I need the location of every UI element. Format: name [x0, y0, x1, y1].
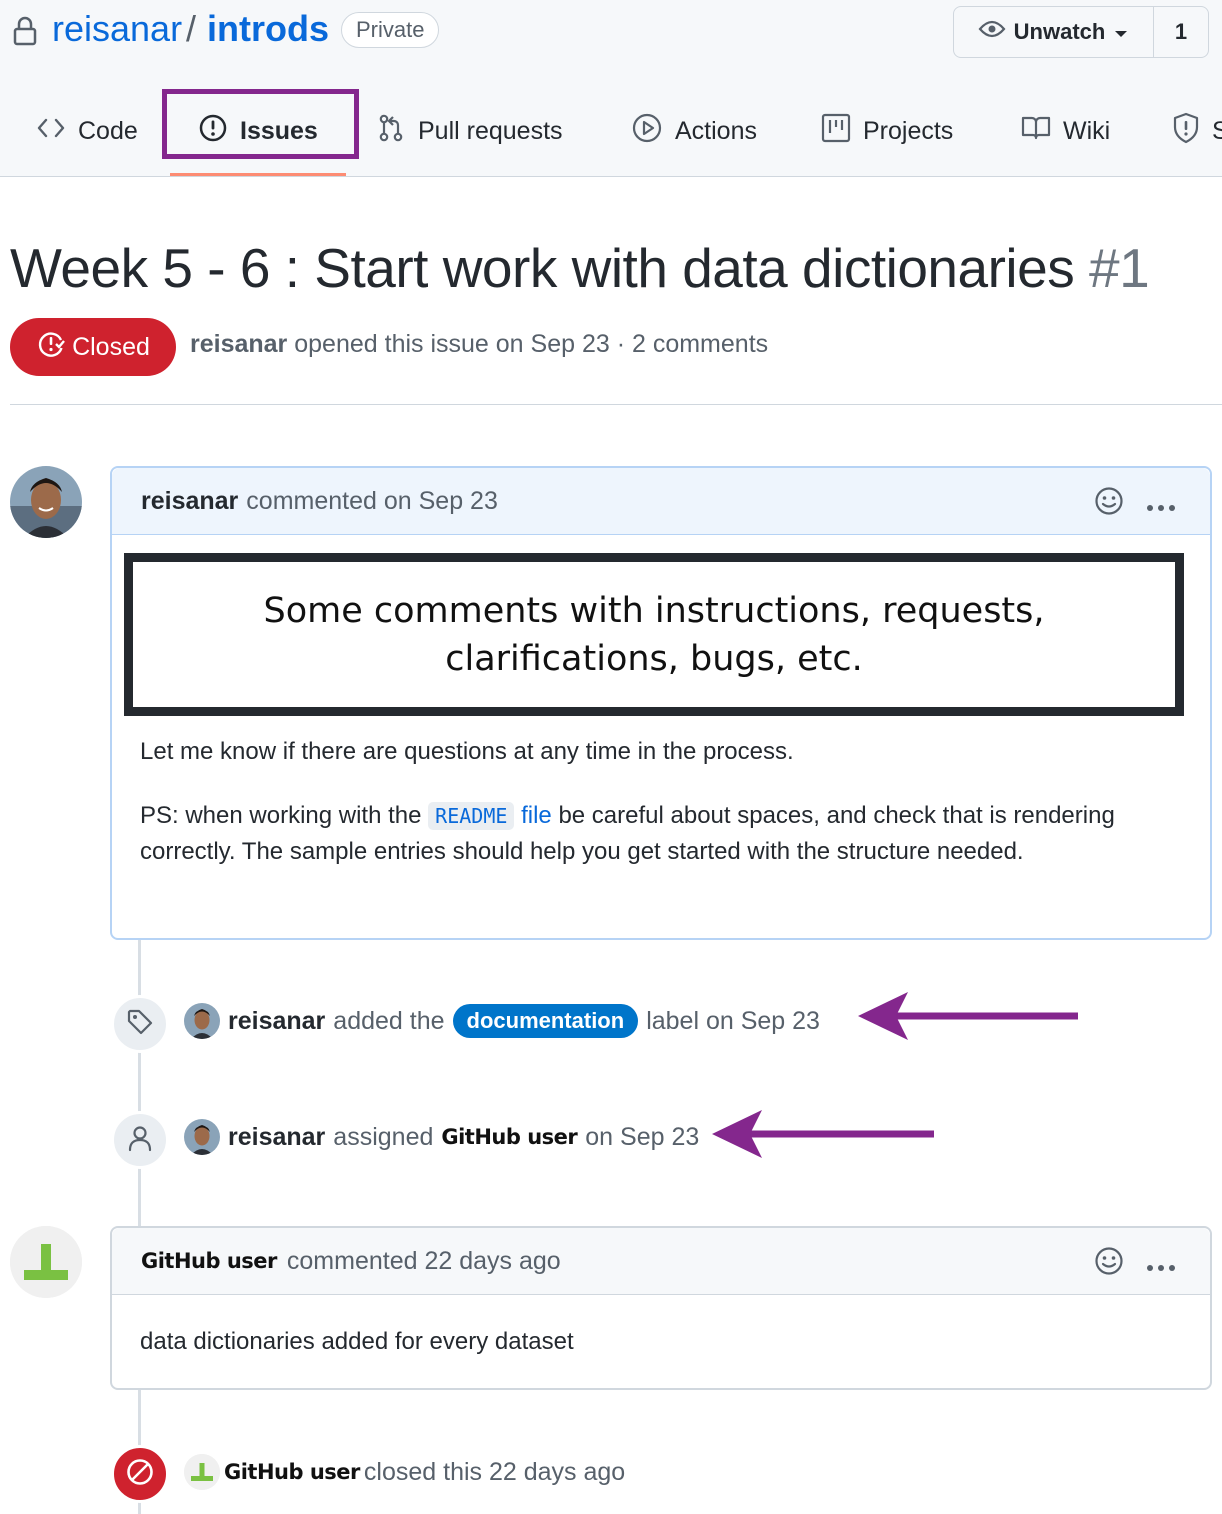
issue-meta-text: opened this issue on Sep 23 · 2 comments — [294, 330, 769, 358]
comment-card: GitHub user commented 22 days ago data d… — [110, 1226, 1212, 1390]
event-text: assigned — [333, 1122, 434, 1151]
git-pull-request-icon — [376, 113, 406, 150]
header-divider — [10, 404, 1222, 405]
avatar[interactable] — [10, 466, 82, 538]
annotation-box: Some comments with instructions, request… — [124, 553, 1184, 716]
issues-tab-highlight — [162, 89, 359, 159]
event-actor-link[interactable]: reisanar — [228, 1007, 325, 1036]
tab-security-label: S — [1212, 116, 1222, 145]
unwatch-button[interactable]: Unwatch — [954, 7, 1154, 57]
repo-separator: / — [186, 8, 197, 49]
avatar[interactable] — [10, 1226, 82, 1298]
smiley-icon[interactable] — [1094, 486, 1124, 523]
timeline-event-badge — [111, 995, 169, 1053]
visibility-badge: Private — [341, 12, 440, 48]
issue-number: #1 — [1089, 237, 1150, 299]
person-icon — [127, 1124, 153, 1157]
kebab-horizontal-icon[interactable] — [1146, 1250, 1176, 1279]
repo-name-link[interactable]: introds — [207, 8, 329, 50]
event-text: added the — [333, 1006, 445, 1035]
issue-title-text: Week 5 - 6 : Start work with data dictio… — [10, 237, 1075, 299]
comment-author-link[interactable]: GitHub user — [141, 1249, 277, 1273]
circle-slash-icon — [125, 1457, 155, 1492]
tab-actions-label: Actions — [675, 116, 757, 145]
timeline-event: reisanar assigned GitHub user on Sep 23 — [184, 1116, 699, 1158]
tab-actions[interactable]: Actions — [631, 106, 757, 156]
timeline-event-badge — [111, 1111, 169, 1169]
annotation-arrow — [856, 990, 1082, 1047]
smiley-icon[interactable] — [1094, 1246, 1124, 1283]
project-board-icon — [821, 113, 851, 150]
watch-button-group: Unwatch 1 — [953, 6, 1209, 58]
lock-icon — [12, 16, 38, 51]
comment-paragraph: data dictionaries added for every datase… — [140, 1328, 574, 1355]
tab-wiki[interactable]: Wiki — [1021, 106, 1110, 156]
event-actor-link[interactable]: GitHub user — [224, 1460, 360, 1484]
comment-header: GitHub user commented 22 days ago — [112, 1228, 1210, 1295]
label-badge[interactable]: documentation — [452, 1004, 639, 1038]
tab-pull-requests-label: Pull requests — [418, 116, 563, 145]
avatar[interactable] — [184, 1119, 220, 1155]
avatar[interactable] — [184, 1454, 220, 1490]
tab-projects[interactable]: Projects — [821, 106, 953, 156]
timeline-event: GitHub user closed this 22 days ago — [184, 1452, 625, 1492]
book-icon — [1021, 115, 1051, 148]
tab-security[interactable]: S — [1172, 106, 1222, 156]
tab-projects-label: Projects — [863, 116, 954, 145]
annotation-line-1: Some comments with instructions, request… — [263, 590, 1045, 631]
tag-icon — [126, 1008, 154, 1041]
issue-state-badge: Closed — [10, 318, 176, 376]
timeline-event: reisanar added the documentation label o… — [184, 1000, 820, 1042]
shield-icon — [1172, 112, 1200, 151]
issue-closed-icon — [36, 329, 66, 366]
event-text: closed this 22 days ago — [363, 1457, 626, 1486]
tab-pull-requests[interactable]: Pull requests — [376, 106, 563, 156]
annotation-arrow — [710, 1108, 936, 1165]
kebab-horizontal-icon[interactable] — [1146, 490, 1176, 519]
timeline-event-badge — [111, 1445, 169, 1503]
issue-state-label: Closed — [72, 332, 150, 361]
comment-timestamp[interactable]: commented on Sep 23 — [246, 487, 498, 516]
tab-code-label: Code — [78, 116, 138, 145]
avatar[interactable] — [184, 1003, 220, 1039]
comment-header: reisanar commented on Sep 23 — [112, 468, 1210, 535]
code-inline: README — [428, 802, 515, 830]
assignee-link[interactable]: GitHub user — [441, 1125, 577, 1149]
file-link[interactable]: file — [521, 802, 552, 829]
comment-header-actions — [1094, 1246, 1176, 1283]
issue-meta: reisanar opened this issue on Sep 23 · 2… — [190, 330, 768, 359]
tab-wiki-label: Wiki — [1063, 116, 1111, 145]
comment-text: PS: when working with the — [140, 802, 422, 829]
event-actor-link[interactable]: reisanar — [228, 1123, 325, 1152]
code-icon — [36, 117, 66, 146]
play-icon — [631, 112, 663, 151]
annotation-line-2: clarifications, bugs, etc. — [445, 638, 863, 679]
issue-title: Week 5 - 6 : Start work with data dictio… — [10, 236, 1150, 300]
caret-down-icon — [1113, 19, 1129, 45]
event-text: label on Sep 23 — [646, 1006, 820, 1035]
event-text: on Sep 23 — [585, 1122, 700, 1151]
comment-paragraph: Let me know if there are questions at an… — [140, 738, 794, 765]
comment-card: reisanar commented on Sep 23 Some commen… — [110, 466, 1212, 940]
eye-icon — [978, 19, 1006, 45]
comment-timestamp[interactable]: commented 22 days ago — [287, 1247, 561, 1276]
comment-paragraph: PS: when working with the README file be… — [140, 798, 1170, 870]
repo-owner-link[interactable]: reisanar — [52, 8, 182, 50]
issue-author-link[interactable]: reisanar — [190, 330, 287, 358]
unwatch-label: Unwatch — [1013, 19, 1106, 44]
watchers-count[interactable]: 1 — [1154, 7, 1208, 57]
selected-tab-underline — [170, 173, 346, 176]
comment-header-actions — [1094, 486, 1176, 523]
comment-author-link[interactable]: reisanar — [141, 487, 238, 516]
tab-code[interactable]: Code — [36, 106, 138, 156]
